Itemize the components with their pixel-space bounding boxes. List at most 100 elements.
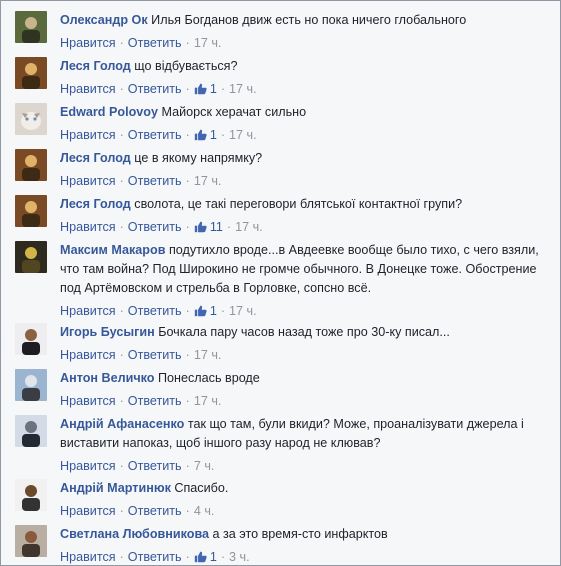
comment-text-block: Edward Polovoy Майорск херачат сильно xyxy=(60,103,540,122)
like-button[interactable]: Нравится xyxy=(60,394,116,408)
timestamp[interactable]: 17 ч. xyxy=(194,348,222,362)
author-name[interactable]: Андрій Афанасенко xyxy=(60,417,184,431)
avatar[interactable] xyxy=(15,11,47,43)
like-count: 11 xyxy=(209,220,223,234)
separator: · xyxy=(220,82,226,96)
author-name[interactable]: Леся Голод xyxy=(60,59,131,73)
like-count-link[interactable]: 1 xyxy=(194,80,217,100)
separator: · xyxy=(220,304,226,318)
comment-actions: Нравится · Ответить · 17 ч. xyxy=(60,172,540,190)
separator: · xyxy=(119,459,124,473)
avatar[interactable] xyxy=(15,479,47,511)
comment-body: Edward Polovoy Майорск херачат сильно Нра… xyxy=(60,103,540,146)
author-name[interactable]: Олександр Ок xyxy=(60,13,148,27)
comment-text: Майорск херачат сильно xyxy=(161,105,307,119)
like-button[interactable]: Нравится xyxy=(60,504,116,518)
author-name[interactable]: Edward Polovoy xyxy=(60,105,158,119)
comment-body: Андрій Мартинюк Спасибо. Нравится · Ответит… xyxy=(60,479,540,520)
reply-button[interactable]: Ответить xyxy=(128,348,182,362)
separator: · xyxy=(185,550,190,564)
comment-text: це в якому напрямку? xyxy=(134,151,263,165)
reply-button[interactable]: Ответить xyxy=(128,304,182,318)
comments-panel: Олександр Ок Илья Богданов движ есть но … xyxy=(0,0,561,566)
like-count-link[interactable]: 1 xyxy=(194,302,217,322)
comment-body: Олександр Ок Илья Богданов движ есть но … xyxy=(60,11,540,52)
thumbs-up-icon xyxy=(194,128,207,146)
comment-text: а за это время-сто инфарктов xyxy=(212,527,388,541)
like-button[interactable]: Нравится xyxy=(60,550,116,564)
avatar[interactable] xyxy=(15,57,47,89)
avatar[interactable] xyxy=(15,103,47,135)
author-name[interactable]: Игорь Бусыгин xyxy=(60,325,155,339)
like-button[interactable]: Нравится xyxy=(60,220,116,234)
timestamp[interactable]: 17 ч. xyxy=(229,128,257,142)
timestamp[interactable]: 3 ч. xyxy=(229,550,250,564)
author-name[interactable]: Леся Голод xyxy=(60,151,131,165)
author-name[interactable]: Антон Величко xyxy=(60,371,154,385)
like-button[interactable]: Нравится xyxy=(60,459,116,473)
comment-body: Леся Голод що відбувається? Нравится · Отве… xyxy=(60,57,540,100)
like-count-link[interactable]: 11 xyxy=(194,218,223,238)
comment-body: Андрій Афанасенко так що там, були вкиди… xyxy=(60,415,540,475)
comment-actions: Нравится · Ответить · 1 · 3 ч. xyxy=(60,548,540,565)
timestamp[interactable]: 17 ч. xyxy=(194,174,222,188)
thumbs-up-icon xyxy=(194,304,207,322)
like-button[interactable]: Нравится xyxy=(60,174,116,188)
timestamp[interactable]: 17 ч. xyxy=(194,394,222,408)
separator: · xyxy=(185,304,190,318)
separator: · xyxy=(185,128,190,142)
reply-button[interactable]: Ответить xyxy=(128,220,182,234)
timestamp[interactable]: 4 ч. xyxy=(194,504,215,518)
comment-text: Бочкала пару часов назад тоже про 30-ку … xyxy=(158,325,450,339)
avatar[interactable] xyxy=(15,323,47,355)
reply-button[interactable]: Ответить xyxy=(128,36,182,50)
reply-button[interactable]: Ответить xyxy=(128,82,182,96)
avatar[interactable] xyxy=(15,369,47,401)
separator: · xyxy=(185,348,190,362)
thumbs-up-icon xyxy=(194,82,207,100)
reply-button[interactable]: Ответить xyxy=(128,504,182,518)
reply-button[interactable]: Ответить xyxy=(128,128,182,142)
separator: · xyxy=(226,220,232,234)
like-count: 1 xyxy=(209,82,217,96)
avatar[interactable] xyxy=(15,525,47,557)
avatar[interactable] xyxy=(15,415,47,447)
timestamp[interactable]: 17 ч. xyxy=(194,36,222,50)
separator: · xyxy=(119,36,124,50)
author-name[interactable]: Светлана Любовникова xyxy=(60,527,209,541)
author-name[interactable]: Максим Макаров xyxy=(60,243,165,257)
avatar[interactable] xyxy=(15,241,47,273)
comment-text: що відбувається? xyxy=(134,59,238,73)
avatar[interactable] xyxy=(15,149,47,181)
timestamp[interactable]: 17 ч. xyxy=(229,82,257,96)
like-button[interactable]: Нравится xyxy=(60,36,116,50)
timestamp[interactable]: 17 ч. xyxy=(229,304,257,318)
separator: · xyxy=(185,174,190,188)
separator: · xyxy=(220,128,226,142)
like-count-link[interactable]: 1 xyxy=(194,548,217,565)
comment-body: Максим Макаров подутихло вроде...в Авдее… xyxy=(60,241,540,322)
like-button[interactable]: Нравится xyxy=(60,128,116,142)
separator: · xyxy=(185,504,190,518)
author-name[interactable]: Андрій Мартинюк xyxy=(60,481,171,495)
timestamp[interactable]: 17 ч. xyxy=(235,220,263,234)
reply-button[interactable]: Ответить xyxy=(128,174,182,188)
like-button[interactable]: Нравится xyxy=(60,304,116,318)
comment-body: Игорь Бусыгин Бочкала пару часов назад т… xyxy=(60,323,540,364)
like-count-link[interactable]: 1 xyxy=(194,126,217,146)
like-button[interactable]: Нравится xyxy=(60,348,116,362)
separator: · xyxy=(185,82,190,96)
like-button[interactable]: Нравится xyxy=(60,82,116,96)
comment-text-block: Светлана Любовникова а за это время-сто … xyxy=(60,525,540,544)
reply-button[interactable]: Ответить xyxy=(128,459,182,473)
comment-text-block: Максим Макаров подутихло вроде...в Авдее… xyxy=(60,241,540,298)
comment-text-block: Олександр Ок Илья Богданов движ есть но … xyxy=(60,11,540,30)
timestamp[interactable]: 7 ч. xyxy=(194,459,215,473)
reply-button[interactable]: Ответить xyxy=(128,550,182,564)
reply-button[interactable]: Ответить xyxy=(128,394,182,408)
separator: · xyxy=(119,128,124,142)
comment-body: Леся Голод сволота, це такі переговори б… xyxy=(60,195,540,238)
avatar[interactable] xyxy=(15,195,47,227)
comment-actions: Нравится · Ответить · 1 · 17 ч. xyxy=(60,80,540,100)
author-name[interactable]: Леся Голод xyxy=(60,197,131,211)
